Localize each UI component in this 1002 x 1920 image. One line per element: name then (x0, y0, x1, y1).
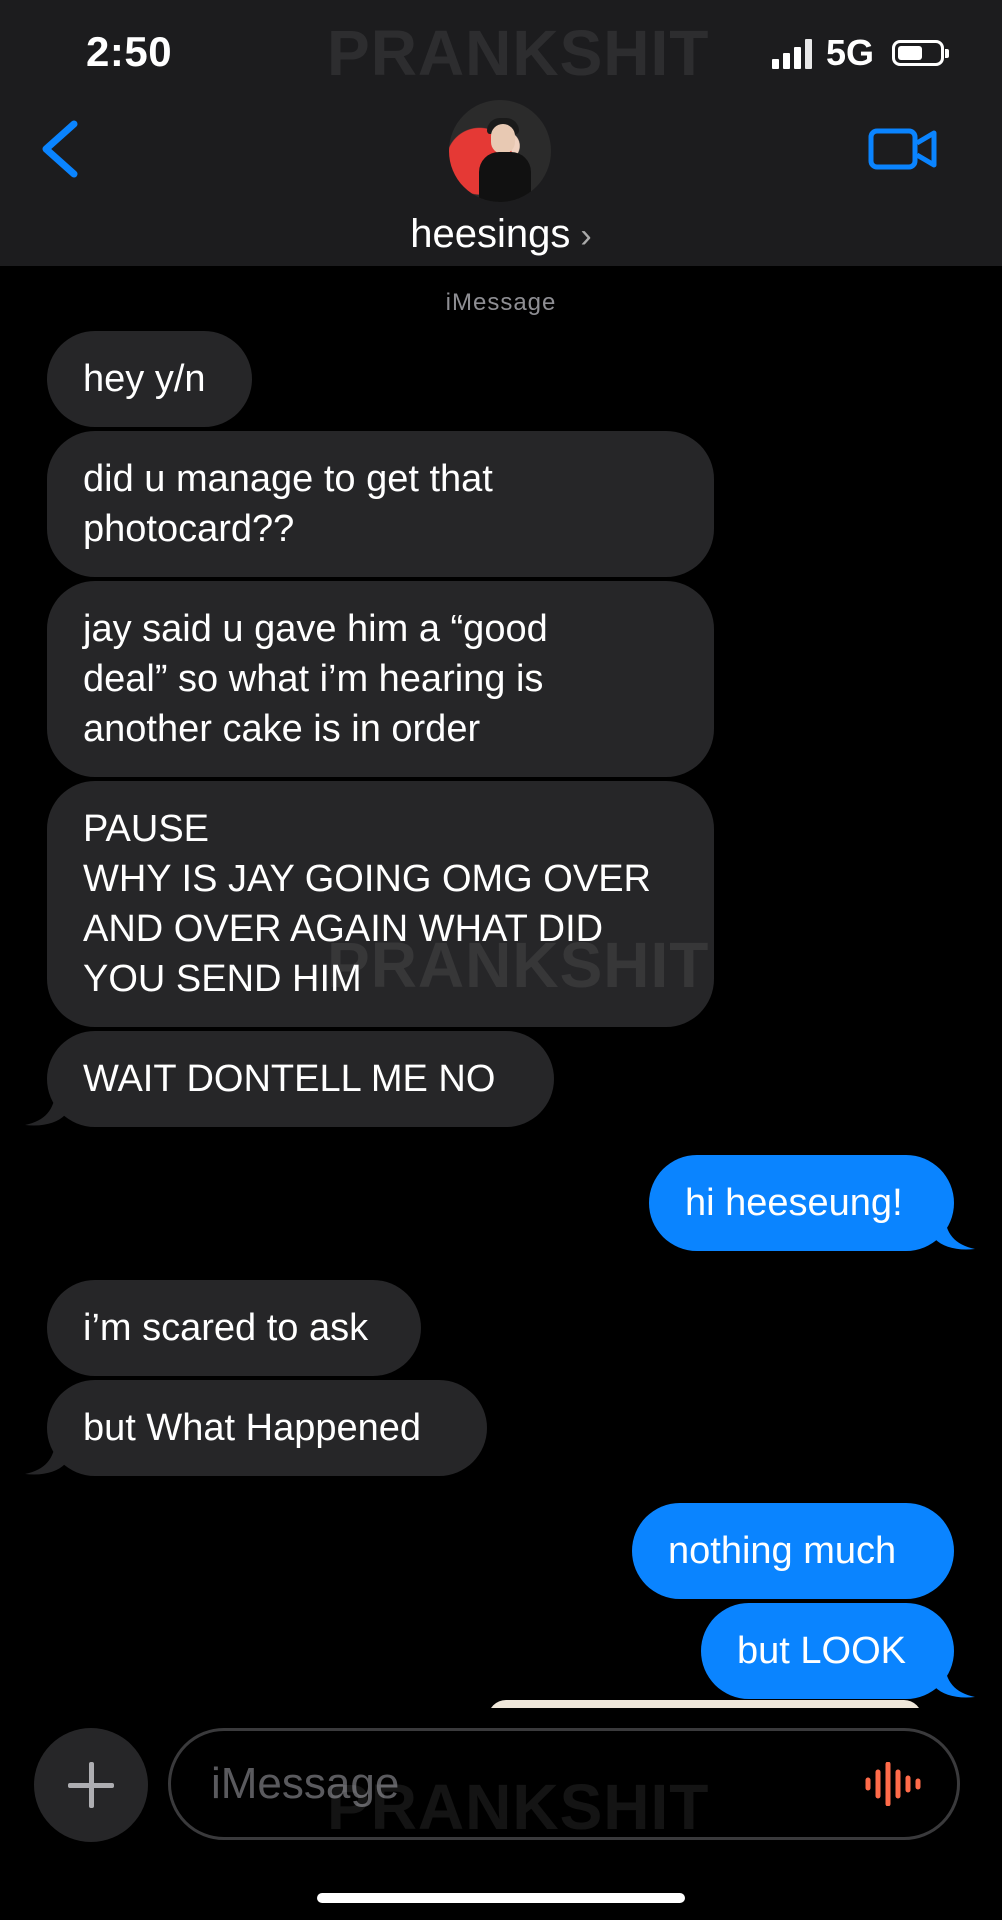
watermark-middle: PRANKSHIT (327, 929, 710, 1001)
video-camera-icon[interactable] (868, 126, 938, 172)
message-bubble-incoming[interactable]: WAIT DONTELL ME NO (47, 1031, 554, 1127)
message-bubble-incoming[interactable]: hey y/n (47, 331, 252, 427)
battery-icon (892, 40, 949, 66)
home-indicator[interactable] (317, 1893, 685, 1903)
message-bubble-outgoing[interactable]: nothing much (632, 1503, 954, 1599)
contact-name-button[interactable]: heesings › (0, 212, 1002, 257)
watermark-top: PRANKSHIT (327, 17, 710, 89)
contact-avatar[interactable] (449, 100, 551, 202)
message-bubble-outgoing[interactable]: hi heeseung! (649, 1155, 954, 1251)
bubble-tail-outgoing (935, 1215, 975, 1250)
service-label: iMessage (445, 289, 557, 316)
audio-waveform-icon[interactable] (862, 1762, 922, 1806)
bubble-tail-outgoing (935, 1663, 975, 1698)
status-time: 2:50 (86, 28, 173, 75)
message-bubble-outgoing[interactable]: but LOOK (701, 1603, 954, 1699)
network-label: 5G (825, 32, 874, 73)
message-bubble-incoming[interactable]: did u manage to get that photocard?? (47, 431, 714, 577)
contact-name: heesings (410, 212, 571, 256)
status-icons: 5G (771, 32, 949, 74)
plus-icon[interactable] (34, 1728, 148, 1842)
message-bubble-incoming[interactable]: i’m scared to ask (47, 1280, 421, 1376)
bubble-tail-incoming (25, 1091, 65, 1126)
message-bubble-incoming[interactable]: but What Happened (47, 1380, 487, 1476)
chevron-left-icon[interactable] (36, 118, 86, 180)
message-bubble-incoming[interactable]: jay said u gave him a “good deal” so wha… (47, 581, 714, 777)
watermark-bottom: PRANKSHIT (327, 1771, 710, 1843)
signal-icon (771, 37, 812, 69)
bubble-tail-incoming (25, 1440, 65, 1475)
chevron-right-icon: › (580, 217, 592, 255)
